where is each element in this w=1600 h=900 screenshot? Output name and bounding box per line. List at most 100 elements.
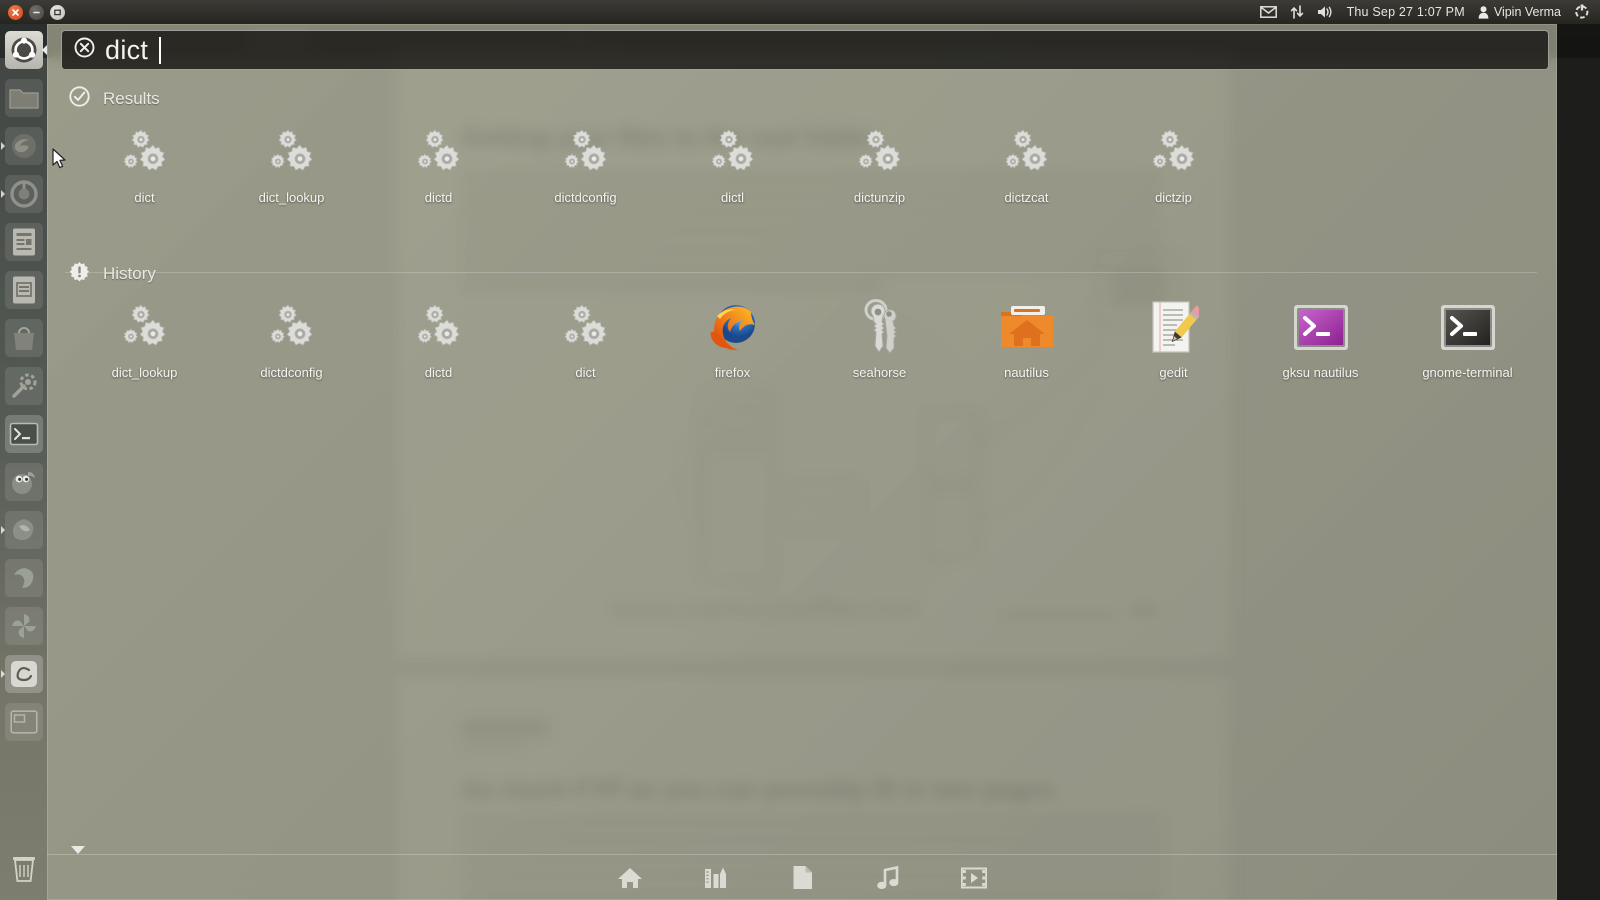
mail-icon[interactable]: [1259, 6, 1277, 18]
dash-right-edge: [1557, 24, 1600, 900]
launcher-item-gwibber[interactable]: [0, 506, 47, 554]
tile-icon: [1145, 299, 1203, 357]
tile-icon: [704, 124, 762, 182]
launcher-item-evolution[interactable]: [0, 650, 47, 698]
volume-icon[interactable]: [1317, 5, 1334, 19]
tile-icon: [263, 299, 321, 357]
trash-icon: [12, 857, 35, 882]
top-panel: Thu Sep 27 1:07 PM Vipin Verma: [0, 0, 1600, 24]
dash-result-dictdconfig[interactable]: dictdconfig: [218, 299, 365, 380]
tile-label: dict: [575, 365, 596, 380]
launcher-item-software-center[interactable]: [0, 314, 47, 362]
cogs-icon: [563, 304, 607, 346]
clock[interactable]: Thu Sep 27 1:07 PM: [1347, 5, 1465, 19]
dash-result-dictdconfig[interactable]: dictdconfig: [512, 124, 659, 205]
launcher-item-gimp[interactable]: [0, 458, 47, 506]
window-controls[interactable]: [0, 4, 65, 20]
film-icon: [961, 867, 987, 888]
launcher-item-workspace-switcher[interactable]: [0, 698, 47, 746]
presentation-icon: [12, 276, 35, 304]
folder-icon: [8, 89, 39, 109]
tile-icon: [410, 124, 468, 182]
text-editor-icon: [1151, 301, 1199, 353]
dash-result-dictd[interactable]: dictd: [365, 124, 512, 205]
dash-result-gksu-nautilus[interactable]: gksu nautilus: [1247, 299, 1394, 380]
terminal-purple-icon: [1293, 305, 1348, 350]
launcher-item-libreoffice-impress[interactable]: [0, 266, 47, 314]
dash-search-bar[interactable]: dict: [61, 30, 1549, 70]
dash-result-dictzcat[interactable]: dictzcat: [953, 124, 1100, 205]
keys-icon: [864, 299, 897, 354]
tile-label: gnome-terminal: [1422, 365, 1513, 380]
tile-label: dictl: [720, 190, 745, 205]
category-header-results[interactable]: Results: [69, 86, 160, 112]
home-icon: [618, 867, 642, 888]
category-header-history[interactable]: History: [69, 261, 156, 287]
maximize-window-button[interactable]: [50, 4, 65, 20]
search-input[interactable]: dict: [105, 36, 148, 64]
dash-result-dictd[interactable]: dictd: [365, 299, 512, 380]
dash-result-dictunzip[interactable]: dictunzip: [806, 124, 953, 205]
clear-search-icon[interactable]: [74, 37, 95, 63]
document-icon: [12, 228, 35, 256]
lens-applications[interactable]: [702, 864, 730, 892]
terminal-dark-icon: [1440, 305, 1495, 350]
history-badge-icon: [69, 261, 90, 287]
cogs-icon: [857, 129, 901, 171]
launcher-item-ubuntu-one-music[interactable]: [0, 602, 47, 650]
lens-home[interactable]: [616, 864, 644, 892]
dash-lens-bar[interactable]: [47, 854, 1557, 900]
dash-result-dict-lookup[interactable]: dict_lookup: [71, 299, 218, 380]
history-grid: dict_lookup dictdconfig dictd dict firef…: [71, 299, 1541, 380]
dash-result-gnome-terminal[interactable]: gnome-terminal: [1394, 299, 1541, 380]
unity-launcher[interactable]: [0, 24, 47, 900]
launcher-item-firefox[interactable]: [0, 122, 47, 170]
applications-ruler-icon: [705, 867, 726, 888]
dash-result-dict-lookup[interactable]: dict_lookup: [218, 124, 365, 205]
network-icon[interactable]: [1290, 5, 1304, 19]
cogs-icon: [122, 304, 166, 346]
tile-label: firefox: [714, 365, 751, 380]
tile-icon: [557, 299, 615, 357]
dash-result-dictl[interactable]: dictl: [659, 124, 806, 205]
tile-label: gksu nautilus: [1282, 365, 1359, 380]
gimp-wilber-icon: [11, 472, 35, 494]
terminal-icon: [9, 422, 38, 446]
session-gear-icon[interactable]: [1574, 4, 1590, 20]
launcher-item-ubuntu-dash-home[interactable]: [0, 26, 47, 74]
launcher-item-files[interactable]: [0, 74, 47, 122]
launcher-item-trash[interactable]: [0, 844, 47, 892]
close-window-button[interactable]: [8, 4, 23, 20]
tile-label: dict_lookup: [258, 190, 325, 205]
user-menu[interactable]: Vipin Verma: [1478, 5, 1561, 19]
system-tray[interactable]: Thu Sep 27 1:07 PM Vipin Verma: [1259, 4, 1600, 20]
category-divider: [65, 272, 1537, 273]
category-title-results: Results: [103, 89, 160, 108]
launcher-item-ubuntu-one[interactable]: [0, 554, 47, 602]
ubuntu-logo-icon: [11, 37, 36, 63]
tile-label: nautilus: [1004, 365, 1049, 380]
tile-label: gedit: [1159, 365, 1188, 380]
launcher-item-system-settings[interactable]: [0, 362, 47, 410]
dash-result-gedit[interactable]: gedit: [1100, 299, 1247, 380]
launcher-item-libreoffice-writer[interactable]: [0, 218, 47, 266]
cogs-icon: [122, 129, 166, 171]
workspaces-icon: [9, 710, 38, 734]
lens-files[interactable]: [788, 864, 816, 892]
lens-video[interactable]: [960, 864, 988, 892]
dash-result-nautilus[interactable]: nautilus: [953, 299, 1100, 380]
text-caret: [159, 36, 161, 64]
dash-result-firefox[interactable]: firefox: [659, 299, 806, 380]
tile-label: seahorse: [852, 365, 907, 380]
dash-result-dict[interactable]: dict: [71, 124, 218, 205]
mouse-cursor: [52, 148, 68, 175]
launcher-item-gnome-terminal[interactable]: [0, 410, 47, 458]
dash-result-dict[interactable]: dict: [512, 299, 659, 380]
lens-music[interactable]: [874, 864, 902, 892]
minimize-window-button[interactable]: [29, 4, 44, 20]
launcher-item-chromium[interactable]: [0, 170, 47, 218]
dash-result-dictzip[interactable]: dictzip: [1100, 124, 1247, 205]
tile-icon: [116, 124, 174, 182]
cogs-icon: [269, 129, 313, 171]
dash-result-seahorse[interactable]: seahorse: [806, 299, 953, 380]
